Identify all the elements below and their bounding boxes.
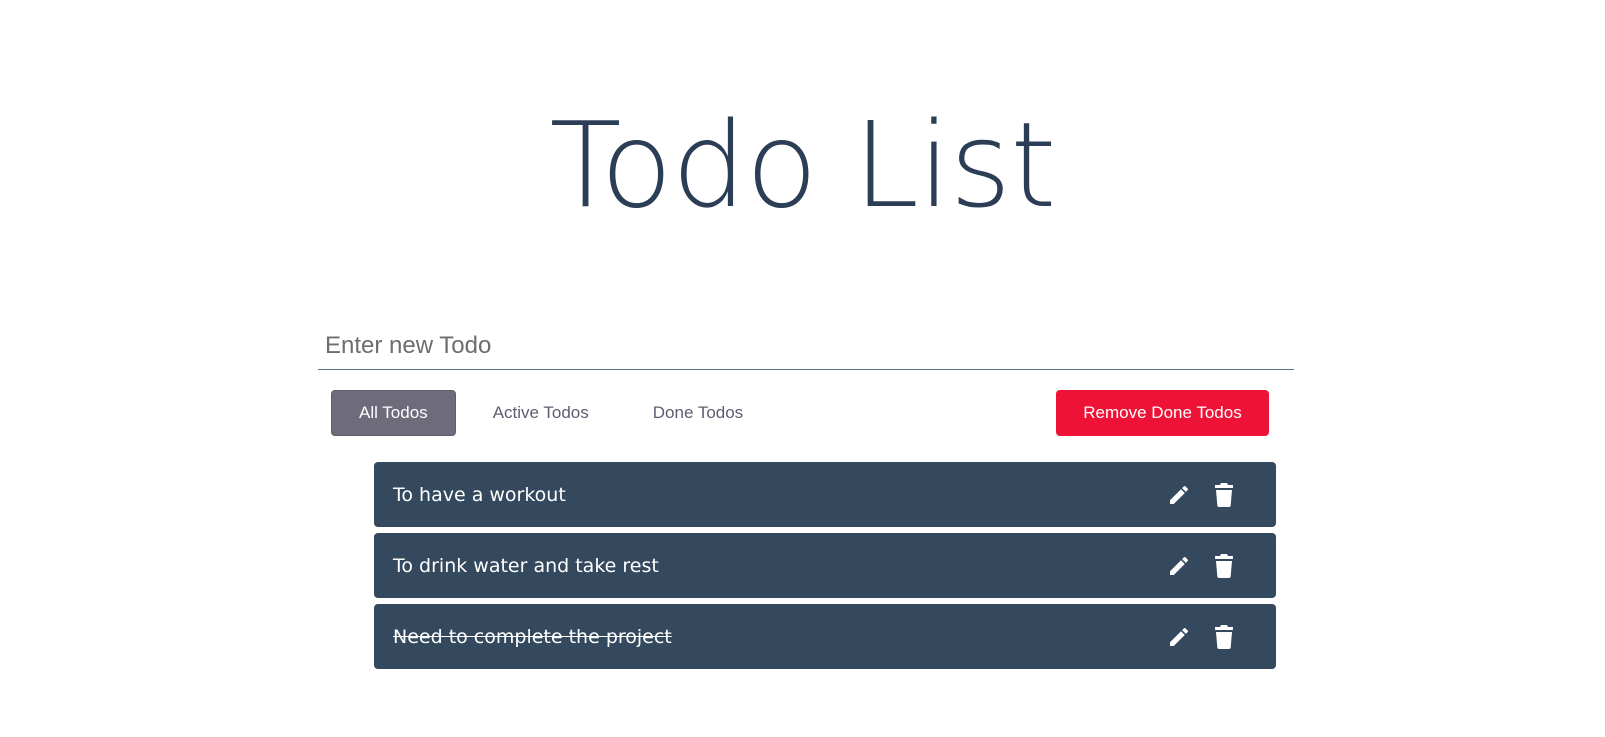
todo-text[interactable]: To have a workout <box>393 484 566 506</box>
todo-item: To have a workout <box>374 462 1276 527</box>
filter-active-todos-button[interactable]: Active Todos <box>466 390 616 436</box>
pencil-icon[interactable] <box>1167 554 1191 578</box>
todo-app: Todo List All Todos Active Todos Done To… <box>0 0 1605 737</box>
filter-all-todos-button[interactable]: All Todos <box>331 390 456 436</box>
trash-icon[interactable] <box>1214 625 1234 649</box>
todo-list: To have a workout To drink water and tak… <box>374 462 1276 675</box>
pencil-icon[interactable] <box>1167 483 1191 507</box>
filter-bar: All Todos Active Todos Done Todos <box>331 390 780 436</box>
pencil-icon[interactable] <box>1167 625 1191 649</box>
trash-icon[interactable] <box>1214 554 1234 578</box>
todo-item: To drink water and take rest <box>374 533 1276 598</box>
page-title: Todo List <box>549 96 1056 234</box>
remove-done-todos-button[interactable]: Remove Done Todos <box>1056 390 1269 436</box>
todo-text[interactable]: Need to complete the project <box>393 626 672 648</box>
filter-done-todos-button[interactable]: Done Todos <box>626 390 770 436</box>
new-todo-input[interactable] <box>318 322 1294 369</box>
todo-input-wrapper <box>318 322 1294 370</box>
todo-item: Need to complete the project <box>374 604 1276 669</box>
trash-icon[interactable] <box>1214 483 1234 508</box>
todo-text[interactable]: To drink water and take rest <box>393 555 659 577</box>
